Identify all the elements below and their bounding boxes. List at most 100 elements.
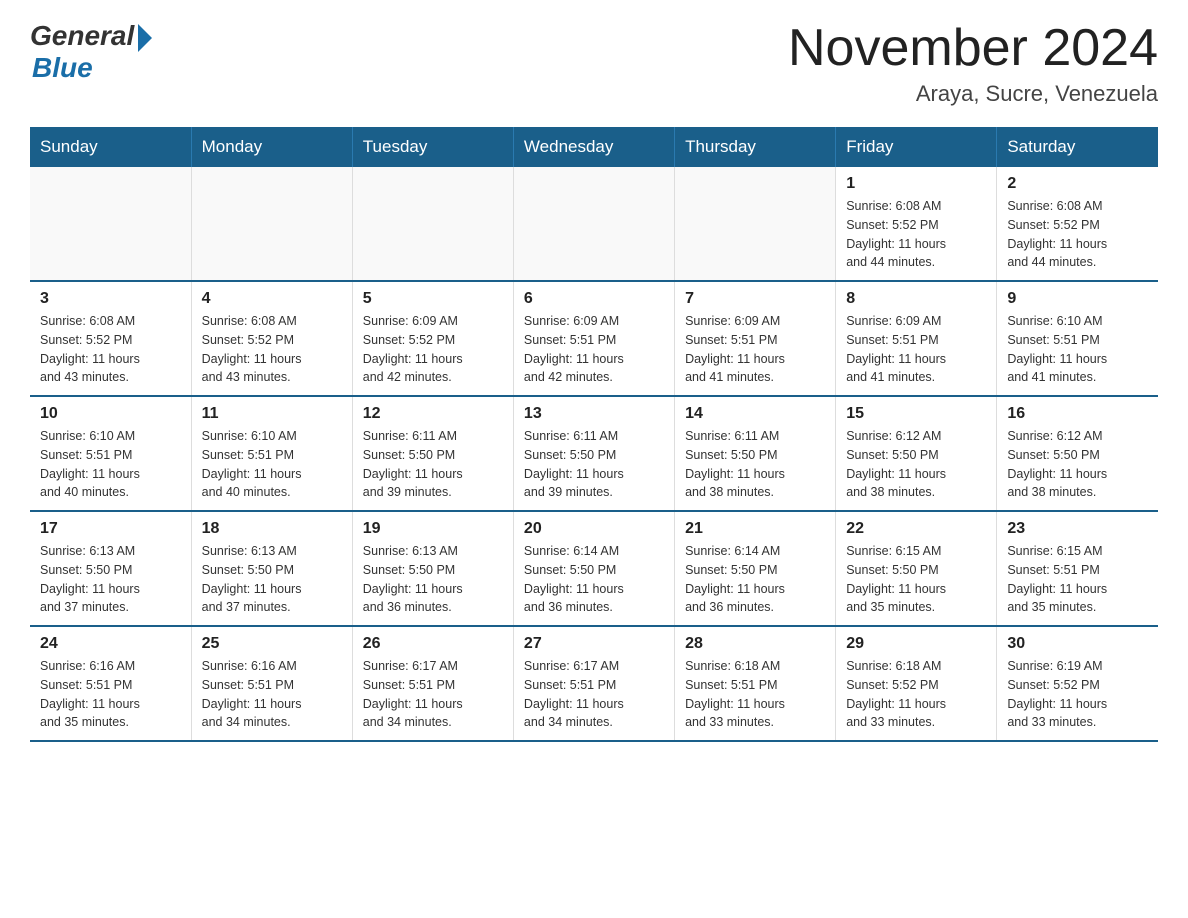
location-title: Araya, Sucre, Venezuela — [788, 81, 1158, 107]
day-number: 11 — [202, 405, 342, 423]
day-number: 9 — [1007, 290, 1148, 308]
day-info: Sunrise: 6:17 AMSunset: 5:51 PMDaylight:… — [524, 657, 664, 732]
day-number: 16 — [1007, 405, 1148, 423]
calendar-cell: 27 Sunrise: 6:17 AMSunset: 5:51 PMDayligh… — [513, 626, 674, 741]
logo-general-text: General — [30, 20, 134, 52]
day-info: Sunrise: 6:17 AMSunset: 5:51 PMDaylight:… — [363, 657, 503, 732]
day-number: 6 — [524, 290, 664, 308]
day-number: 4 — [202, 290, 342, 308]
day-number: 12 — [363, 405, 503, 423]
day-number: 2 — [1007, 175, 1148, 193]
calendar-cell: 16Sunrise: 6:12 AMSunset: 5:50 PMDayligh… — [997, 396, 1158, 511]
weekday-header-tuesday: Tuesday — [352, 127, 513, 167]
calendar-cell: 24 Sunrise: 6:16 AMSunset: 5:51 PMDayligh… — [30, 626, 191, 741]
calendar-cell: 19 Sunrise: 6:13 AMSunset: 5:50 PMDayligh… — [352, 511, 513, 626]
day-number: 20 — [524, 520, 664, 538]
calendar-cell: 13Sunrise: 6:11 AMSunset: 5:50 PMDayligh… — [513, 396, 674, 511]
day-number: 24 — [40, 635, 181, 653]
day-info: Sunrise: 6:08 AMSunset: 5:52 PMDaylight:… — [846, 197, 986, 272]
weekday-header-sunday: Sunday — [30, 127, 191, 167]
calendar-cell: 20Sunrise: 6:14 AMSunset: 5:50 PMDayligh… — [513, 511, 674, 626]
calendar-cell: 4 Sunrise: 6:08 AMSunset: 5:52 PMDaylight… — [191, 281, 352, 396]
calendar-cell — [513, 167, 674, 281]
logo-arrow-icon — [138, 24, 152, 52]
calendar-cell: 22Sunrise: 6:15 AMSunset: 5:50 PMDayligh… — [836, 511, 997, 626]
weekday-header-thursday: Thursday — [675, 127, 836, 167]
day-info: Sunrise: 6:19 AMSunset: 5:52 PMDaylight:… — [1007, 657, 1148, 732]
calendar-cell: 30 Sunrise: 6:19 AMSunset: 5:52 PMDayligh… — [997, 626, 1158, 741]
calendar-cell: 12Sunrise: 6:11 AMSunset: 5:50 PMDayligh… — [352, 396, 513, 511]
day-info: Sunrise: 6:10 AMSunset: 5:51 PMDaylight:… — [1007, 312, 1148, 387]
calendar-cell: 1 Sunrise: 6:08 AMSunset: 5:52 PMDaylight… — [836, 167, 997, 281]
day-number: 7 — [685, 290, 825, 308]
weekday-header-wednesday: Wednesday — [513, 127, 674, 167]
calendar-cell: 15Sunrise: 6:12 AMSunset: 5:50 PMDayligh… — [836, 396, 997, 511]
day-info: Sunrise: 6:08 AMSunset: 5:52 PMDaylight:… — [1007, 197, 1148, 272]
day-info: Sunrise: 6:16 AMSunset: 5:51 PMDaylight:… — [40, 657, 181, 732]
calendar-cell — [30, 167, 191, 281]
day-info: Sunrise: 6:09 AMSunset: 5:51 PMDaylight:… — [685, 312, 825, 387]
calendar-cell: 18 Sunrise: 6:13 AMSunset: 5:50 PMDayligh… — [191, 511, 352, 626]
day-number: 17 — [40, 520, 181, 538]
day-number: 19 — [363, 520, 503, 538]
day-info: Sunrise: 6:08 AMSunset: 5:52 PMDaylight:… — [202, 312, 342, 387]
day-number: 14 — [685, 405, 825, 423]
logo: General Blue — [30, 20, 152, 84]
week-row-3: 10 Sunrise: 6:10 AMSunset: 5:51 PMDayligh… — [30, 396, 1158, 511]
day-number: 25 — [202, 635, 342, 653]
week-row-1: 1 Sunrise: 6:08 AMSunset: 5:52 PMDaylight… — [30, 167, 1158, 281]
day-number: 27 — [524, 635, 664, 653]
calendar-cell: 3 Sunrise: 6:08 AMSunset: 5:52 PMDaylight… — [30, 281, 191, 396]
day-info: Sunrise: 6:08 AMSunset: 5:52 PMDaylight:… — [40, 312, 181, 387]
day-number: 1 — [846, 175, 986, 193]
calendar-cell: 7 Sunrise: 6:09 AMSunset: 5:51 PMDaylight… — [675, 281, 836, 396]
calendar-cell: 6 Sunrise: 6:09 AMSunset: 5:51 PMDaylight… — [513, 281, 674, 396]
day-info: Sunrise: 6:18 AMSunset: 5:51 PMDaylight:… — [685, 657, 825, 732]
day-info: Sunrise: 6:16 AMSunset: 5:51 PMDaylight:… — [202, 657, 342, 732]
calendar-cell: 21 Sunrise: 6:14 AMSunset: 5:50 PMDayligh… — [675, 511, 836, 626]
calendar-cell: 28 Sunrise: 6:18 AMSunset: 5:51 PMDayligh… — [675, 626, 836, 741]
calendar-cell — [191, 167, 352, 281]
calendar-cell: 17 Sunrise: 6:13 AMSunset: 5:50 PMDayligh… — [30, 511, 191, 626]
day-number: 13 — [524, 405, 664, 423]
calendar-cell: 10 Sunrise: 6:10 AMSunset: 5:51 PMDayligh… — [30, 396, 191, 511]
calendar-cell: 26 Sunrise: 6:17 AMSunset: 5:51 PMDayligh… — [352, 626, 513, 741]
calendar-cell: 9 Sunrise: 6:10 AMSunset: 5:51 PMDaylight… — [997, 281, 1158, 396]
day-info: Sunrise: 6:13 AMSunset: 5:50 PMDaylight:… — [363, 542, 503, 617]
day-info: Sunrise: 6:09 AMSunset: 5:52 PMDaylight:… — [363, 312, 503, 387]
calendar-cell: 2 Sunrise: 6:08 AMSunset: 5:52 PMDaylight… — [997, 167, 1158, 281]
day-info: Sunrise: 6:09 AMSunset: 5:51 PMDaylight:… — [524, 312, 664, 387]
day-number: 23 — [1007, 520, 1148, 538]
week-row-5: 24 Sunrise: 6:16 AMSunset: 5:51 PMDayligh… — [30, 626, 1158, 741]
weekday-header-monday: Monday — [191, 127, 352, 167]
day-info: Sunrise: 6:12 AMSunset: 5:50 PMDaylight:… — [846, 427, 986, 502]
calendar-cell: 29 Sunrise: 6:18 AMSunset: 5:52 PMDayligh… — [836, 626, 997, 741]
day-info: Sunrise: 6:11 AMSunset: 5:50 PMDaylight:… — [685, 427, 825, 502]
week-row-2: 3 Sunrise: 6:08 AMSunset: 5:52 PMDaylight… — [30, 281, 1158, 396]
weekday-header-row: SundayMondayTuesdayWednesdayThursdayFrid… — [30, 127, 1158, 167]
day-info: Sunrise: 6:10 AMSunset: 5:51 PMDaylight:… — [40, 427, 181, 502]
day-info: Sunrise: 6:14 AMSunset: 5:50 PMDaylight:… — [685, 542, 825, 617]
day-number: 28 — [685, 635, 825, 653]
week-row-4: 17 Sunrise: 6:13 AMSunset: 5:50 PMDayligh… — [30, 511, 1158, 626]
title-block: November 2024 Araya, Sucre, Venezuela — [788, 20, 1158, 107]
day-info: Sunrise: 6:13 AMSunset: 5:50 PMDaylight:… — [40, 542, 181, 617]
day-info: Sunrise: 6:18 AMSunset: 5:52 PMDaylight:… — [846, 657, 986, 732]
month-year-title: November 2024 — [788, 20, 1158, 77]
calendar-cell: 23Sunrise: 6:15 AMSunset: 5:51 PMDayligh… — [997, 511, 1158, 626]
day-number: 30 — [1007, 635, 1148, 653]
weekday-header-friday: Friday — [836, 127, 997, 167]
day-info: Sunrise: 6:13 AMSunset: 5:50 PMDaylight:… — [202, 542, 342, 617]
calendar-cell: 11 Sunrise: 6:10 AMSunset: 5:51 PMDayligh… — [191, 396, 352, 511]
day-info: Sunrise: 6:10 AMSunset: 5:51 PMDaylight:… — [202, 427, 342, 502]
day-number: 8 — [846, 290, 986, 308]
day-number: 21 — [685, 520, 825, 538]
day-info: Sunrise: 6:15 AMSunset: 5:50 PMDaylight:… — [846, 542, 986, 617]
calendar-cell: 8 Sunrise: 6:09 AMSunset: 5:51 PMDaylight… — [836, 281, 997, 396]
day-number: 3 — [40, 290, 181, 308]
day-number: 18 — [202, 520, 342, 538]
day-number: 10 — [40, 405, 181, 423]
day-info: Sunrise: 6:09 AMSunset: 5:51 PMDaylight:… — [846, 312, 986, 387]
day-number: 26 — [363, 635, 503, 653]
day-number: 29 — [846, 635, 986, 653]
